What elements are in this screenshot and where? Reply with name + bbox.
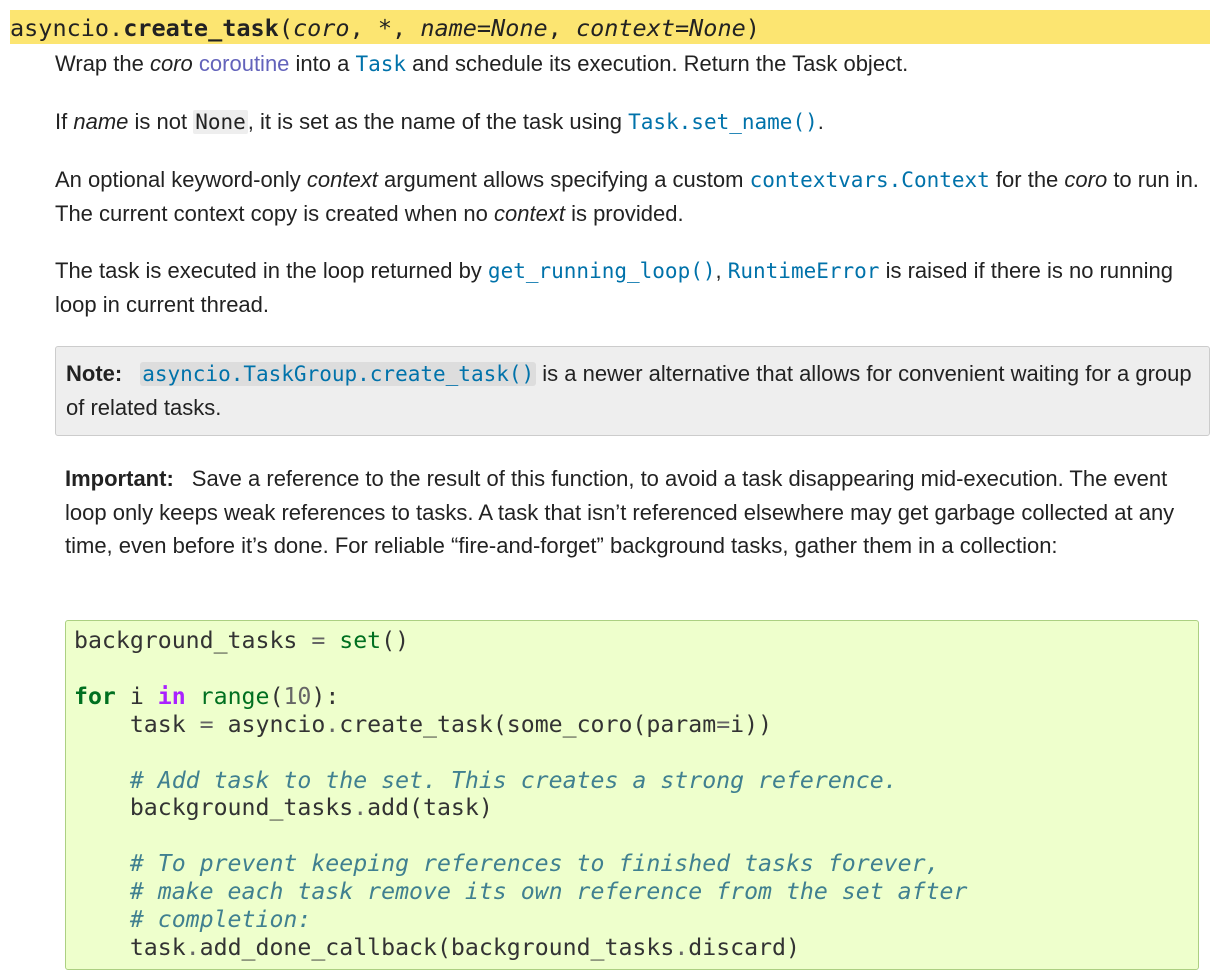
signature-sep: , xyxy=(349,14,378,42)
signature-sep: , xyxy=(392,14,421,42)
emphasis: name xyxy=(73,109,129,134)
taskgroup-code: asyncio.TaskGroup.create_task() xyxy=(140,362,537,386)
signature-star: * xyxy=(377,14,393,42)
signature-param-context: context=None xyxy=(575,14,746,42)
emphasis: context xyxy=(306,167,378,192)
task-link[interactable]: Task xyxy=(355,51,406,76)
none-literal: None xyxy=(193,110,248,134)
code-operator-word: in xyxy=(157,682,186,710)
code-comment: # Add task to the set. This creates a st… xyxy=(74,766,898,794)
code-operator: = xyxy=(716,710,731,738)
code-comment: # To prevent keeping references to finis… xyxy=(74,850,940,878)
signature-module: asyncio. xyxy=(10,14,124,42)
description-paragraph-4: The task is executed in the loop returne… xyxy=(55,254,1215,321)
text: , xyxy=(715,258,728,283)
signature-param-name: name=None xyxy=(420,14,548,42)
code-comment: # make each task remove its own referenc… xyxy=(74,878,968,906)
get-running-loop-link[interactable]: get_running_loop() xyxy=(488,258,716,283)
text: An optional keyword-only xyxy=(55,167,307,192)
code-token: i xyxy=(115,682,158,710)
code-operator: . xyxy=(185,933,200,961)
emphasis: coro xyxy=(149,51,193,76)
code-number: 10 xyxy=(283,682,312,710)
text: If xyxy=(55,109,74,134)
signature-param-coro: coro xyxy=(292,14,350,42)
contextvars-context-link[interactable]: contextvars.Context xyxy=(750,167,990,192)
text: into a xyxy=(289,51,356,76)
code-token: discard) xyxy=(688,933,800,961)
code-operator: = xyxy=(199,710,214,738)
note-box: Note: asyncio.TaskGroup.create_task() is … xyxy=(55,346,1210,436)
code-comment: # completion: xyxy=(74,906,312,934)
code-operator: . xyxy=(674,933,689,961)
important-text: Save a reference to the result of this f… xyxy=(65,466,1175,558)
description-paragraph-3: An optional keyword-only context argumen… xyxy=(55,163,1215,230)
context-code: contextvars.Context xyxy=(749,168,990,192)
code-operator: . xyxy=(353,794,368,822)
code-builtin: range xyxy=(199,682,270,710)
text: The task is executed in the loop returne… xyxy=(55,258,488,283)
taskgroup-create-task-link[interactable]: asyncio.TaskGroup.create_task() xyxy=(140,361,537,386)
code-token: background_tasks xyxy=(74,794,354,822)
coroutine-link[interactable]: coroutine xyxy=(199,51,290,76)
code-token: asyncio xyxy=(213,710,326,738)
description-paragraph-1: Wrap the coro coroutine into a Task and … xyxy=(55,47,1215,81)
important-admonition: Important: Save a reference to the result… xyxy=(65,462,1205,563)
text: . xyxy=(817,109,824,134)
code-token: ): xyxy=(311,682,340,710)
emphasis: coro xyxy=(1064,167,1108,192)
code-token: create_task(some_coro(param xyxy=(339,710,717,738)
code-token: add(task) xyxy=(367,794,493,822)
runtime-error-link[interactable]: RuntimeError xyxy=(728,258,880,283)
code-token: add_done_callback(background_tasks xyxy=(199,933,675,961)
text: argument allows specifying a custom xyxy=(377,167,750,192)
code-operator: = xyxy=(311,627,326,654)
code-example-block[interactable]: background_tasks = set() for i in range(… xyxy=(65,620,1199,970)
note-label: Note: xyxy=(66,361,123,386)
text: for the xyxy=(989,167,1065,192)
code-token: ( xyxy=(269,682,284,710)
important-label: Important: xyxy=(65,466,174,491)
emphasis: context xyxy=(494,201,565,226)
text: Wrap the xyxy=(55,51,150,76)
text: is provided. xyxy=(564,201,684,226)
code-token: task xyxy=(74,710,200,738)
set-name-code: Task.set_name() xyxy=(628,110,818,134)
function-signature: asyncio.create_task(coro, *, name=None, … xyxy=(10,10,1210,44)
code-token: i)) xyxy=(730,710,773,738)
signature-open-paren: ( xyxy=(278,14,293,42)
text: , it is set as the name of the task usin… xyxy=(247,109,629,134)
text: and schedule its execution. Return the T… xyxy=(406,51,909,76)
code-operator: . xyxy=(325,710,340,738)
task-code: Task xyxy=(355,52,407,76)
code-keyword: for xyxy=(74,682,116,710)
code-builtin: set xyxy=(339,627,382,654)
code-token: background_tasks xyxy=(74,627,312,654)
get-running-loop-code: get_running_loop() xyxy=(487,259,716,283)
signature-function-name: create_task xyxy=(123,14,279,42)
text: is not xyxy=(128,109,194,134)
code-token: task xyxy=(74,933,186,961)
signature-sep: , xyxy=(547,14,576,42)
task-set-name-link[interactable]: Task.set_name() xyxy=(628,109,818,134)
runtime-error-code: RuntimeError xyxy=(727,259,880,283)
code-listing: background_tasks = set() for i in range(… xyxy=(74,627,1190,962)
description-paragraph-2: If name is not None, it is set as the na… xyxy=(55,105,1215,139)
signature-close-paren: ) xyxy=(745,14,760,42)
code-token: () xyxy=(381,627,410,654)
